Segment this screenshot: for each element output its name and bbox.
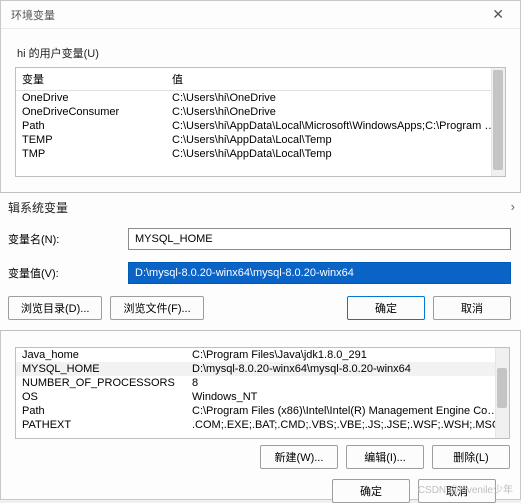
var-name: TEMP (16, 133, 166, 147)
table-row[interactable]: Java_homeC:\Program Files\Java\jdk1.8.0_… (16, 348, 509, 362)
user-vars-label: hi 的用户变量(U) (17, 45, 506, 61)
var-name: MYSQL_HOME (16, 362, 186, 376)
edit-ok-button[interactable]: 确定 (347, 296, 425, 320)
watermark: CSDN @juvenile少年 (418, 481, 513, 496)
var-value: C:\Users\hi\AppData\Local\Temp (166, 147, 505, 161)
table-row[interactable]: OneDriveConsumerC:\Users\hi\OneDrive (16, 105, 505, 119)
table-row[interactable]: PATHEXT.COM;.EXE;.BAT;.CMD;.VBS;.VBE;.JS… (16, 418, 509, 432)
table-row[interactable]: OSWindows_NT (16, 390, 509, 404)
var-name: OS (16, 390, 186, 404)
table-row[interactable]: TMPC:\Users\hi\AppData\Local\Temp (16, 147, 505, 161)
chevron-right-icon[interactable]: › (511, 199, 515, 214)
col-header-val[interactable]: 值 (166, 68, 505, 91)
var-name-input[interactable] (128, 228, 511, 250)
dialog-title: 环境变量 (11, 7, 55, 23)
var-value: C:\Program Files\Java\jdk1.8.0_291 (186, 348, 509, 362)
edit-cancel-button[interactable]: 取消 (433, 296, 511, 320)
edit-button-row: 浏览目录(D)... 浏览文件(F)... 确定 取消 (8, 296, 511, 320)
scrollbar[interactable] (491, 68, 505, 176)
sys-button-row: 新建(W)... 编辑(I)... 删除(L) (15, 445, 510, 469)
table-row[interactable]: PathC:\Users\hi\AppData\Local\Microsoft\… (16, 119, 505, 133)
value-row: 变量值(V): (8, 262, 511, 284)
var-value: C:\Users\hi\AppData\Local\Microsoft\Wind… (166, 119, 505, 133)
user-vars-table-wrap: 变量 值 OneDriveC:\Users\hi\OneDriveOneDriv… (15, 67, 506, 177)
table-row[interactable]: PathC:\Program Files (x86)\Intel\Intel(R… (16, 404, 509, 418)
close-icon[interactable]: ✕ (486, 6, 510, 23)
sys-vars-table[interactable]: Java_homeC:\Program Files\Java\jdk1.8.0_… (16, 348, 509, 432)
var-name: TMP (16, 147, 166, 161)
var-name: OneDrive (16, 91, 166, 106)
var-value: Windows_NT (186, 390, 509, 404)
edit-dialog-title: 辑系统变量 (8, 199, 511, 216)
var-name: Path (16, 119, 166, 133)
name-row: 变量名(N): (8, 228, 511, 250)
var-name: Java_home (16, 348, 186, 362)
scrollbar[interactable] (495, 348, 509, 438)
sys-vars-table-wrap: Java_homeC:\Program Files\Java\jdk1.8.0_… (15, 347, 510, 439)
var-value: C:\Users\hi\AppData\Local\Temp (166, 133, 505, 147)
var-value: C:\Program Files (x86)\Intel\Intel(R) Ma… (186, 404, 509, 418)
delete-button[interactable]: 删除(L) (432, 445, 510, 469)
var-name: PATHEXT (16, 418, 186, 432)
table-row[interactable]: OneDriveC:\Users\hi\OneDrive (16, 91, 505, 106)
value-label: 变量值(V): (8, 265, 128, 281)
title-bar: 环境变量 ✕ (1, 1, 520, 29)
var-name: Path (16, 404, 186, 418)
var-value: 8 (186, 376, 509, 390)
edit-button[interactable]: 编辑(I)... (346, 445, 424, 469)
browse-dir-button[interactable]: 浏览目录(D)... (8, 296, 102, 320)
var-name: NUMBER_OF_PROCESSORS (16, 376, 186, 390)
name-label: 变量名(N): (8, 231, 128, 247)
new-button[interactable]: 新建(W)... (260, 445, 338, 469)
system-vars-section: Java_homeC:\Program Files\Java\jdk1.8.0_… (15, 347, 510, 503)
table-row[interactable]: MYSQL_HOMED:\mysql-8.0.20-winx64\mysql-8… (16, 362, 509, 376)
ok-button[interactable]: 确定 (332, 479, 410, 503)
var-value: D:\mysql-8.0.20-winx64\mysql-8.0.20-winx… (186, 362, 509, 376)
col-header-var[interactable]: 变量 (16, 68, 166, 91)
var-value-input[interactable] (128, 262, 511, 284)
browse-file-button[interactable]: 浏览文件(F)... (110, 296, 203, 320)
content-area: hi 的用户变量(U) 变量 值 OneDriveC:\Users\hi\One… (1, 29, 520, 185)
scroll-thumb[interactable] (493, 70, 503, 170)
user-vars-table[interactable]: 变量 值 OneDriveC:\Users\hi\OneDriveOneDriv… (16, 68, 505, 161)
table-row[interactable]: NUMBER_OF_PROCESSORS8 (16, 376, 509, 390)
var-name: OneDriveConsumer (16, 105, 166, 119)
table-row[interactable]: TEMPC:\Users\hi\AppData\Local\Temp (16, 133, 505, 147)
var-value: C:\Users\hi\OneDrive (166, 91, 505, 106)
edit-sysvar-dialog: 辑系统变量 › 变量名(N): 变量值(V): 浏览目录(D)... 浏览文件(… (0, 192, 521, 331)
var-value: .COM;.EXE;.BAT;.CMD;.VBS;.VBE;.JS;.JSE;.… (186, 418, 509, 432)
scroll-thumb[interactable] (497, 368, 507, 408)
var-value: C:\Users\hi\OneDrive (166, 105, 505, 119)
